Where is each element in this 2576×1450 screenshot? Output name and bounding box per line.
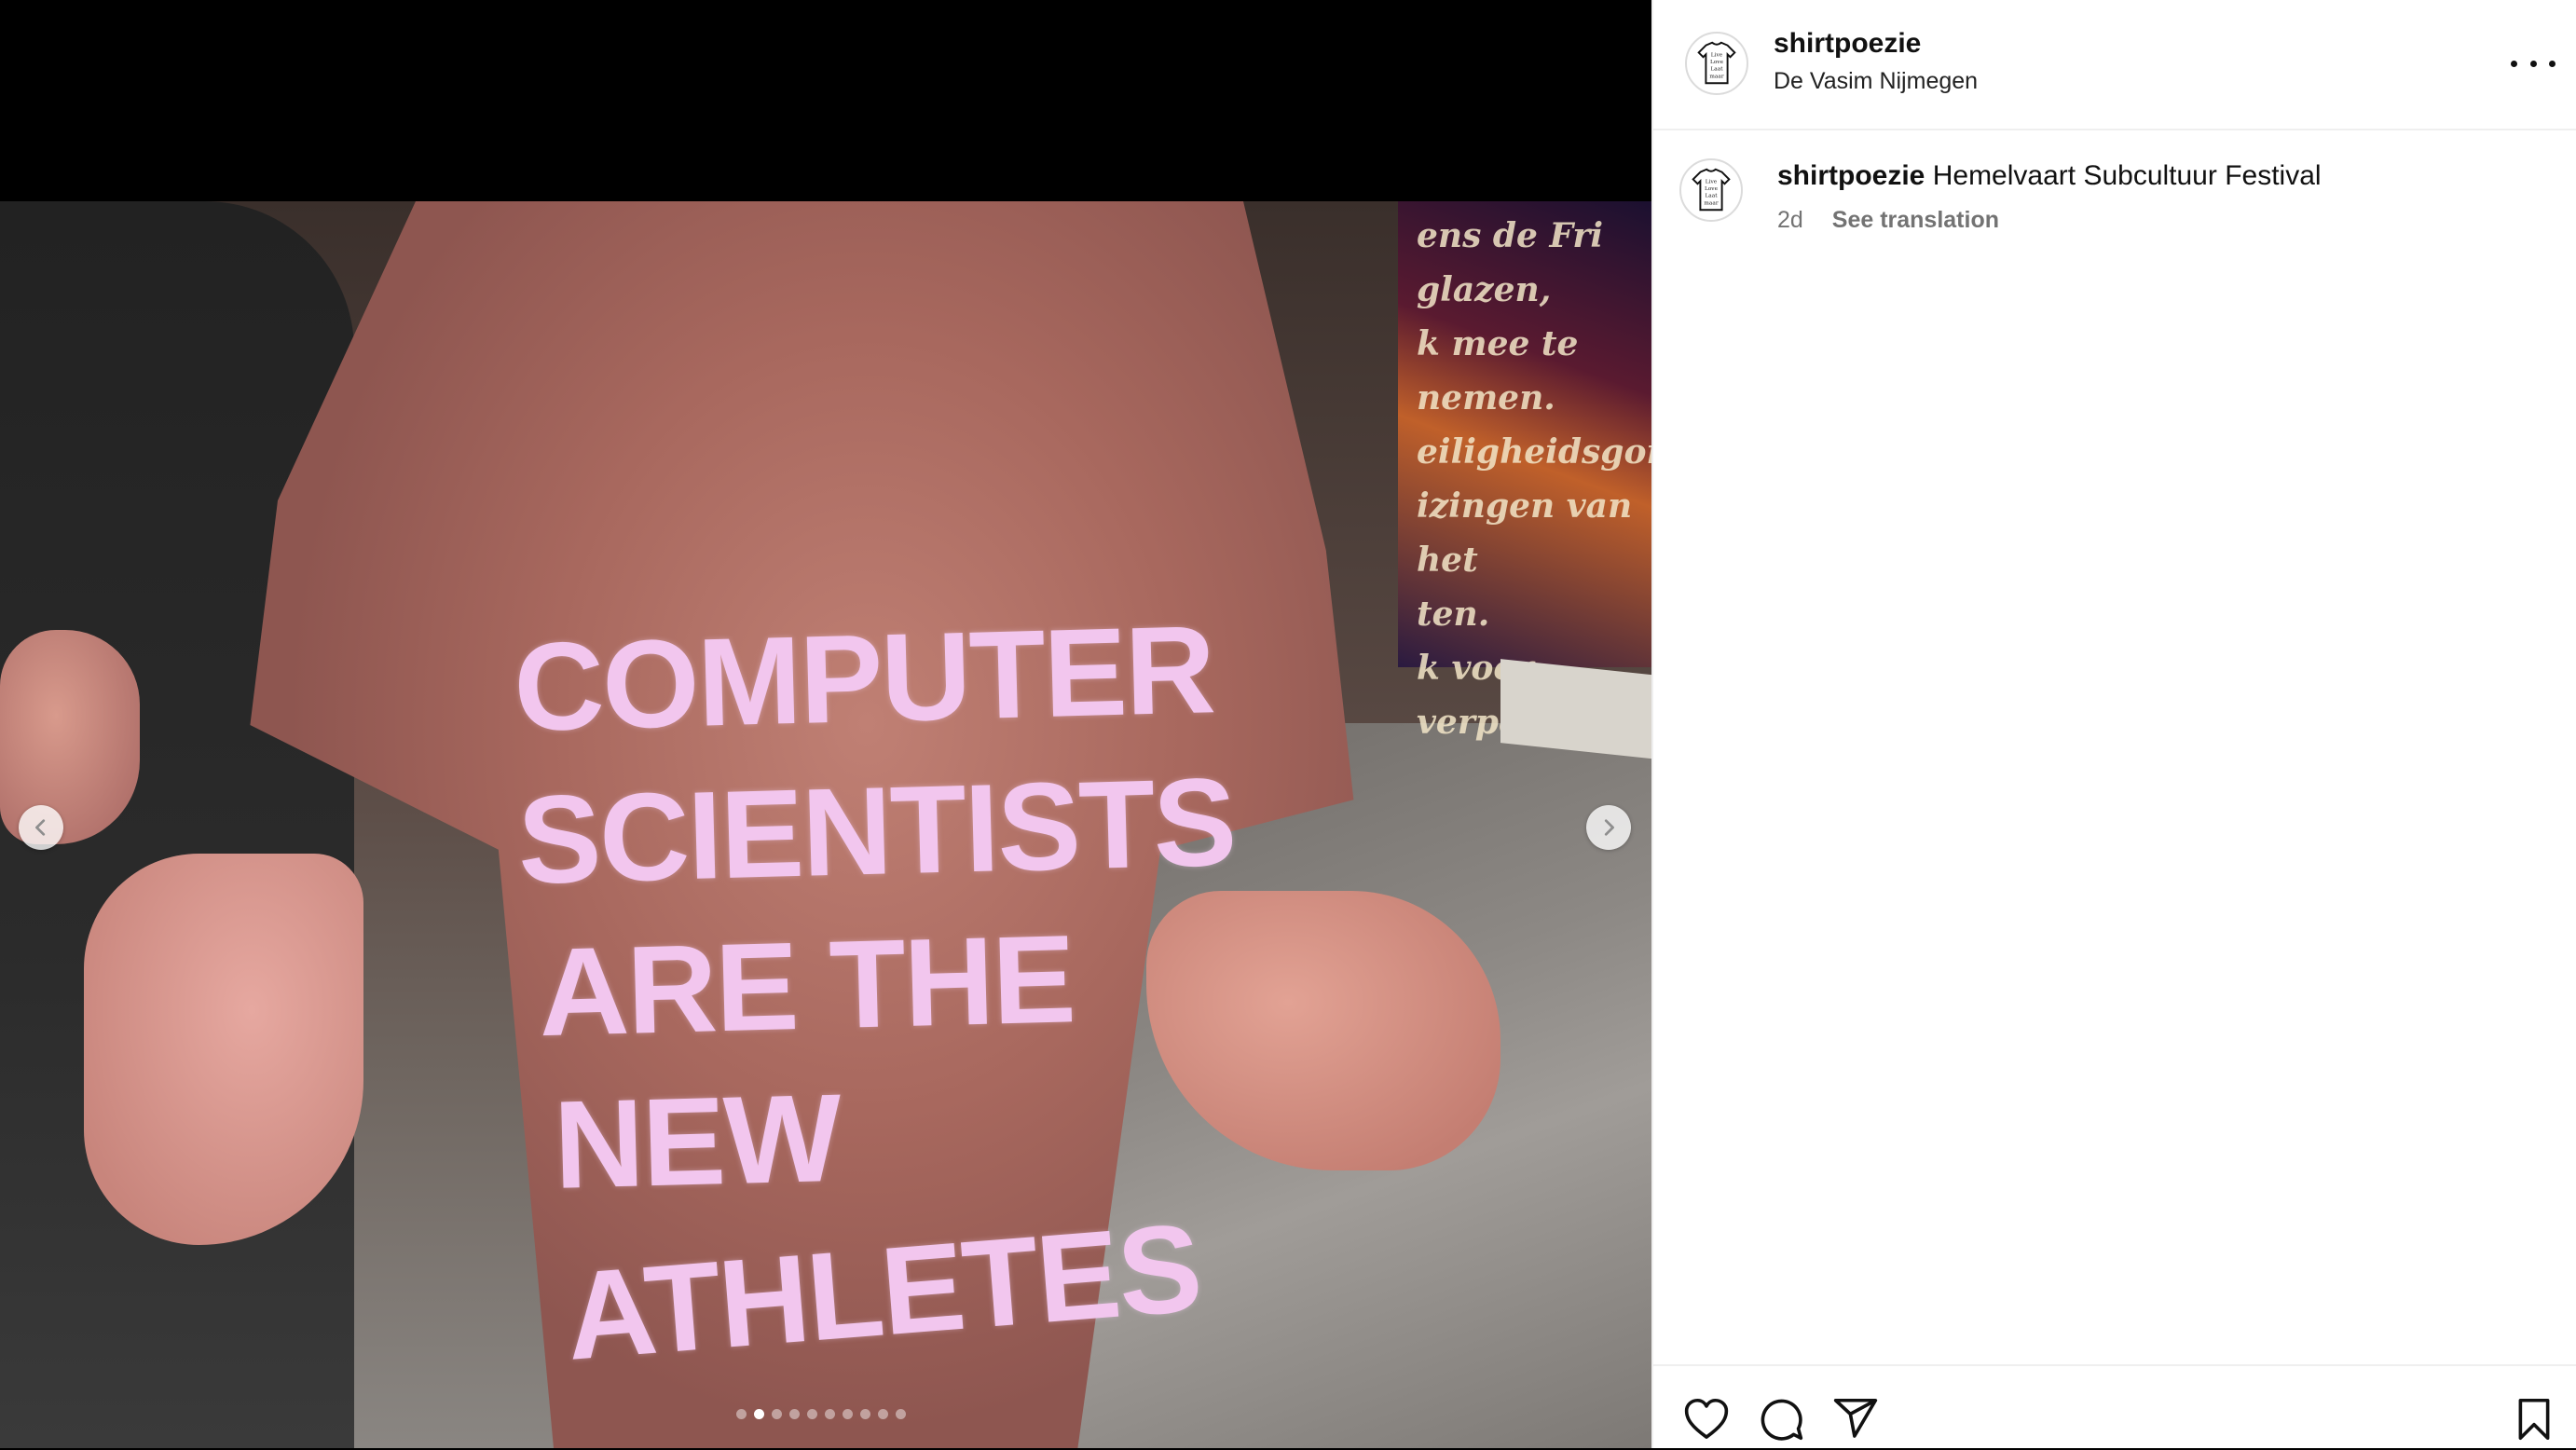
svg-text:Laat: Laat <box>1705 194 1718 199</box>
bookmark-icon <box>2518 1398 2550 1441</box>
carousel-dot <box>878 1409 888 1419</box>
person-left-hand <box>0 630 140 844</box>
caption-meta: 2d See translation <box>1777 207 1999 234</box>
comment-icon <box>1761 1399 1803 1441</box>
shirt-line-2: SCIENTISTS <box>515 752 1237 910</box>
svg-text:Love: Love <box>1705 186 1719 192</box>
carousel-indicator <box>736 1409 906 1419</box>
carousel-dot <box>825 1409 835 1419</box>
comment-button[interactable] <box>1756 1394 1806 1444</box>
chevron-left-icon <box>35 819 46 836</box>
see-translation-link[interactable]: See translation <box>1832 207 1999 233</box>
avatar[interactable]: Live Love Laat maar <box>1685 32 1748 95</box>
carousel-dot <box>860 1409 870 1419</box>
carousel-dot <box>772 1409 782 1419</box>
share-icon <box>1833 1398 1878 1438</box>
carousel-dot <box>807 1409 817 1419</box>
caption-text: Hemelvaart Subcultuur Festival <box>1932 160 2322 191</box>
caption: shirtpoezie Hemelvaart Subcultuur Festiv… <box>1777 160 2322 192</box>
carousel-dot <box>754 1409 764 1419</box>
carousel-dot <box>843 1409 853 1419</box>
post-header: Live Love Laat maar shirtpoezie De Vasim… <box>1653 0 2576 130</box>
poster-shelf <box>1500 659 1651 759</box>
shirt-line-3: ARE THE <box>537 910 1076 1063</box>
carousel-dot <box>896 1409 906 1419</box>
carousel-dot <box>736 1409 747 1419</box>
share-button[interactable] <box>1830 1394 1881 1444</box>
svg-text:Love: Love <box>1710 60 1724 65</box>
post-timestamp[interactable]: 2d <box>1777 207 1803 233</box>
svg-text:Live: Live <box>1711 52 1723 58</box>
svg-text:maar: maar <box>1709 74 1723 79</box>
post-photo[interactable]: ens de Fri glazen, k mee te nemen. eilig… <box>0 201 1651 1448</box>
tshirt-logo-icon: Live Love Laat maar <box>1692 168 1731 212</box>
header-location[interactable]: De Vasim Nijmegen <box>1774 68 1978 95</box>
carousel-dot <box>789 1409 800 1419</box>
like-button[interactable] <box>1681 1394 1732 1444</box>
action-bar <box>1653 1364 2576 1450</box>
arm-left <box>84 854 363 1245</box>
header-username[interactable]: shirtpoezie <box>1774 28 1921 60</box>
post-media: ens de Fri glazen, k mee te nemen. eilig… <box>0 0 1651 1448</box>
more-options-button[interactable] <box>2511 47 2555 80</box>
more-options-icon <box>2549 60 2555 67</box>
shirt-print-text: COMPUTER SCIENTISTS ARE THE NEW ATHLETES <box>512 592 1295 1387</box>
save-button[interactable] <box>2509 1394 2559 1444</box>
svg-text:maar: maar <box>1704 200 1718 206</box>
shirt-line-1: COMPUTER <box>512 600 1216 758</box>
carousel-next-button[interactable] <box>1586 805 1631 850</box>
more-options-icon <box>2529 60 2537 67</box>
tshirt-logo-icon: Live Love Laat maar <box>1697 41 1736 85</box>
carousel-prev-button[interactable] <box>19 805 63 850</box>
svg-text:Live: Live <box>1706 179 1718 185</box>
caption-username[interactable]: shirtpoezie <box>1777 160 1925 191</box>
heart-icon <box>1684 1398 1729 1439</box>
more-options-icon <box>2511 60 2517 67</box>
svg-text:Laat: Laat <box>1710 67 1723 73</box>
caption-avatar[interactable]: Live Love Laat maar <box>1679 158 1743 222</box>
chevron-right-icon <box>1604 819 1614 836</box>
post-side-panel: Live Love Laat maar shirtpoezie De Vasim… <box>1651 0 2576 1448</box>
